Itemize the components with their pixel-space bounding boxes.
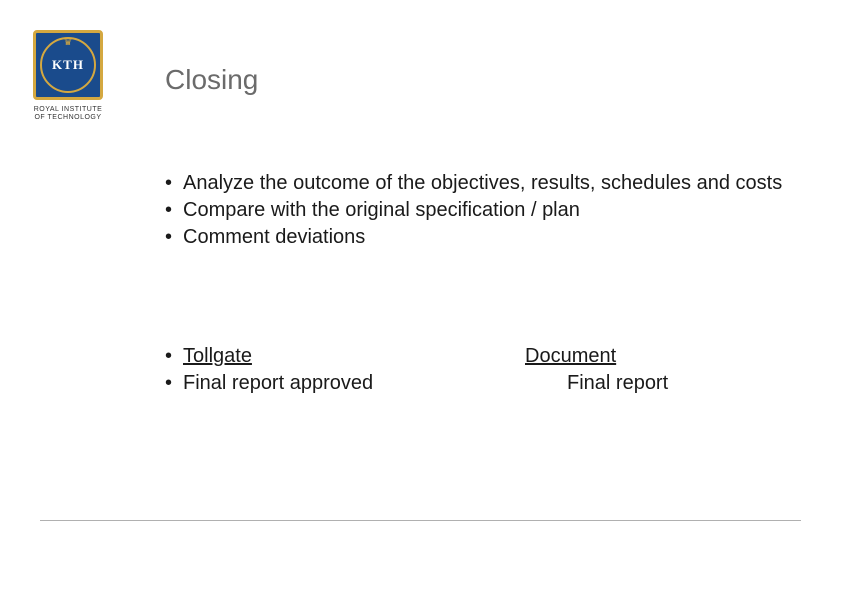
document-item: Final report: [525, 370, 785, 397]
logo-caption: ROYAL INSTITUTE OF TECHNOLOGY: [18, 106, 118, 123]
right-column: Document Final report: [525, 343, 785, 397]
kth-logo-emblem: ♛ KTH: [33, 30, 103, 100]
bullet-item: Comment deviations: [165, 224, 785, 251]
document-heading: Document: [525, 343, 785, 370]
bullet-list-bottom: Tollgate Final report approved: [165, 343, 525, 397]
bullet-list-top: Analyze the outcome of the objectives, r…: [165, 170, 785, 251]
left-column: Tollgate Final report approved: [165, 343, 525, 397]
logo-text: KTH: [52, 57, 84, 73]
slide-content: Closing Analyze the outcome of the objec…: [165, 64, 785, 397]
kth-logo-block: ♛ KTH ROYAL INSTITUTE OF TECHNOLOGY: [18, 30, 118, 123]
slide-title: Closing: [165, 64, 785, 96]
bullet-item-tollgate: Tollgate: [165, 343, 525, 370]
bullet-item-final-report-approved: Final report approved: [165, 370, 525, 397]
two-column-section: Tollgate Final report approved Document …: [165, 343, 785, 397]
footer-divider: [40, 520, 801, 521]
crown-icon: ♛: [64, 37, 73, 48]
bullet-item: Compare with the original specification …: [165, 197, 785, 224]
logo-caption-line2: OF TECHNOLOGY: [18, 114, 118, 122]
logo-caption-line1: ROYAL INSTITUTE: [18, 106, 118, 114]
bullet-item: Analyze the outcome of the objectives, r…: [165, 170, 785, 197]
